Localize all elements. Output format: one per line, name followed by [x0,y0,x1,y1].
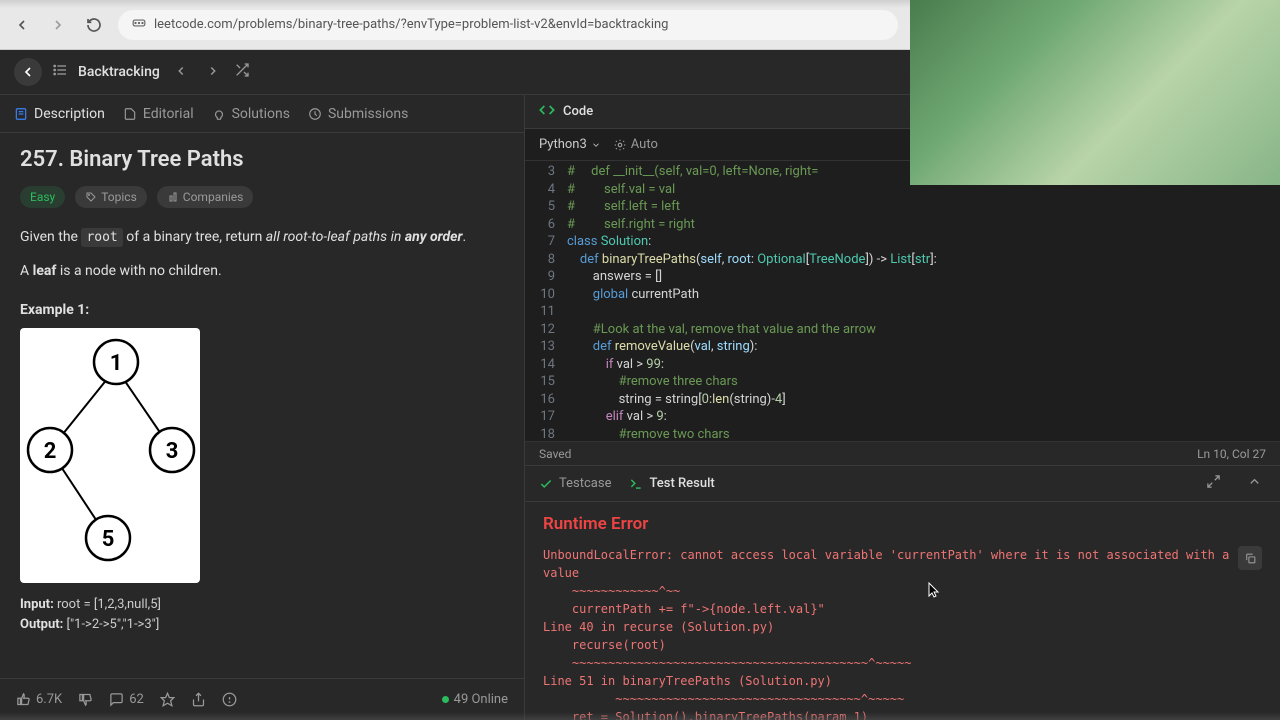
editor-line[interactable]: 15 #remove three chars [525,373,1280,391]
results-content: Runtime Error UnboundLocalError: cannot … [525,502,1280,720]
favorite-button[interactable] [160,692,175,707]
editor-line[interactable]: 14 if val > 99: [525,356,1280,374]
companies-button[interactable]: Companies [157,186,254,208]
error-text: UnboundLocalError: cannot access local v… [543,546,1262,720]
svg-text:2: 2 [44,439,57,464]
share-button[interactable] [191,692,206,707]
saved-status: Saved [539,447,571,461]
tab-description[interactable]: Description [14,98,105,130]
dislike-button[interactable] [78,692,93,707]
url-text: leetcode.com/problems/binary-tree-paths/… [154,17,668,32]
leetcode-logo-icon[interactable] [14,58,42,86]
browser-back-button[interactable] [10,13,34,37]
dock-hint [0,712,1280,720]
editor-status-bar: Saved Ln 10, Col 27 [525,441,1280,465]
topics-button[interactable]: Topics [75,186,147,208]
difficulty-badge: Easy [20,186,65,208]
problem-paragraph: Given the root of a binary tree, return … [20,226,504,250]
problem-paragraph: A leaf is a node with no children. [20,260,504,284]
editor-line[interactable]: 17 elif val > 9: [525,408,1280,426]
editor-line[interactable]: 12 #Look at the val, remove that value a… [525,321,1280,339]
editor-line[interactable]: 7class Solution: [525,233,1280,251]
tab-submissions[interactable]: Submissions [308,98,408,130]
browser-reload-button[interactable] [82,13,106,37]
editor-line[interactable]: 18 #remove two chars [525,426,1280,442]
problem-title: 257. Binary Tree Paths [20,147,504,172]
editor-line[interactable]: 8 def binaryTreePaths(self, root: Option… [525,251,1280,269]
problem-tabs: Description Editorial Solutions Submissi… [0,95,524,133]
editor-line[interactable]: 11 [525,303,1280,321]
editor-line[interactable]: 16 string = string[0:len(string)-4] [525,391,1280,409]
cursor-position: Ln 10, Col 27 [1197,447,1266,461]
like-button[interactable]: 6.7K [16,692,62,707]
code-icon [539,102,555,122]
editor-line[interactable]: 10 global currentPath [525,286,1280,304]
expand-button[interactable] [1202,470,1225,497]
error-title: Runtime Error [543,514,1262,534]
svg-text:1: 1 [110,351,123,376]
editor-line[interactable]: 6# self.right = right [525,216,1280,234]
collapse-button[interactable] [1243,470,1266,497]
svg-text:5: 5 [102,527,115,552]
example-label: Example 1: [20,302,504,318]
tab-testcase[interactable]: Testcase [539,476,611,491]
problem-content: 257. Binary Tree Paths Easy Topics Compa… [0,133,524,678]
browser-forward-button[interactable] [46,13,70,37]
auto-button[interactable]: Auto [613,137,658,152]
svg-text:3: 3 [166,439,179,464]
editor-line[interactable]: 9 answers = [] [525,268,1280,286]
code-editor[interactable]: 3# def __init__(self, val=0, left=None, … [525,161,1280,441]
online-count: 49 Online [442,692,508,707]
comments-button[interactable]: 62 [109,692,144,707]
tree-diagram: 1 2 3 5 [20,328,200,583]
tab-solutions[interactable]: Solutions [212,98,290,130]
webcam-overlay [910,0,1280,185]
editor-line[interactable]: 5# self.left = left [525,198,1280,216]
list-icon [52,62,68,82]
shuffle-button[interactable] [234,62,250,82]
prev-problem-button[interactable] [170,59,192,86]
code-label: Code [563,104,593,119]
language-selector[interactable]: Python3 [539,137,601,152]
example-io: Input: root = [1,2,3,null,5] Output: ["1… [20,595,504,637]
next-problem-button[interactable] [202,59,224,86]
problem-list-title[interactable]: Backtracking [78,64,160,80]
online-indicator-icon [442,696,449,703]
site-info-icon[interactable] [132,16,146,34]
copy-error-button[interactable] [1238,546,1262,570]
url-bar[interactable]: leetcode.com/problems/binary-tree-paths/… [118,10,898,40]
tab-editorial[interactable]: Editorial [123,98,194,130]
tab-test-result[interactable]: Test Result [629,476,714,491]
results-tabs: Testcase Test Result [525,466,1280,502]
editor-line[interactable]: 13 def removeValue(val, string): [525,338,1280,356]
feedback-button[interactable] [222,692,237,707]
